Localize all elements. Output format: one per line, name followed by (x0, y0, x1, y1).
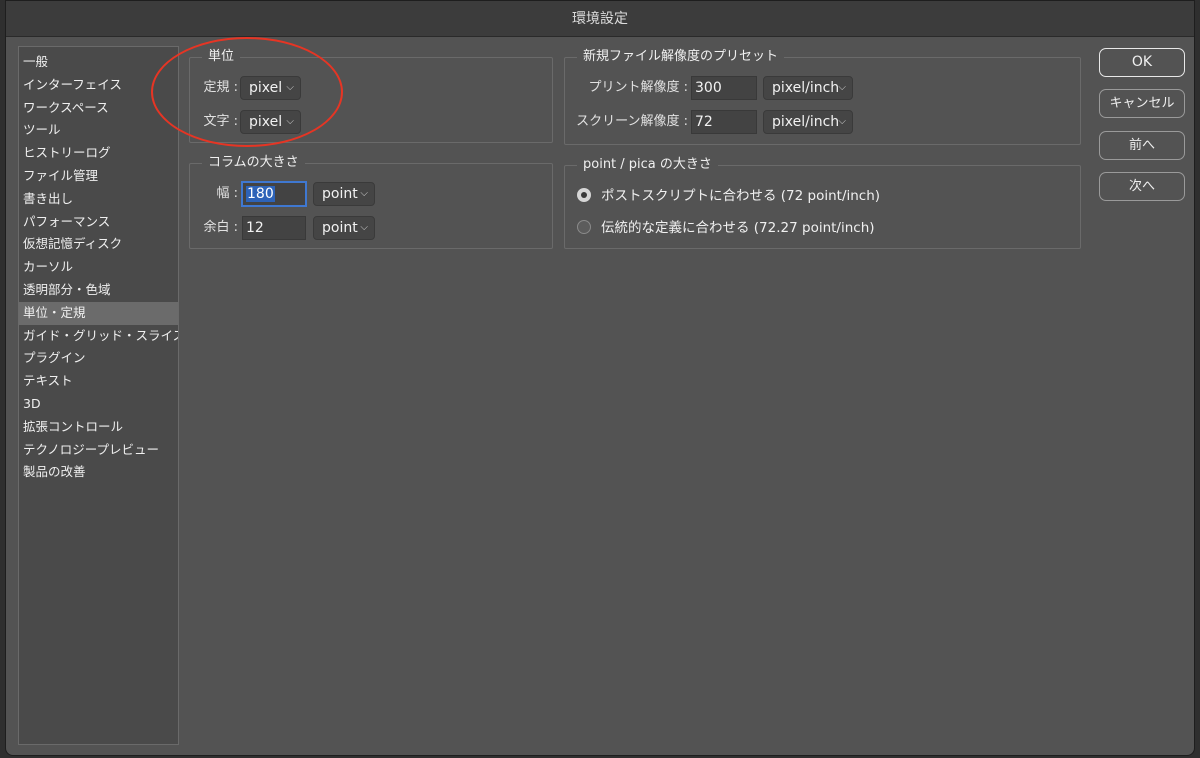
print-resolution-unit-select[interactable]: pixel/inch ⌵ (763, 76, 853, 100)
column-width-input[interactable]: 180 (242, 182, 306, 206)
gutter-input[interactable]: 12 (242, 216, 306, 240)
sidebar-item[interactable]: 3D (19, 393, 178, 416)
column-size-group: コラムの大きさ 幅 : 180 point ⌵ 余白 : 12 point ⌵ (189, 155, 553, 249)
sidebar-item[interactable]: ファイル管理 (19, 165, 178, 188)
next-button[interactable]: 次へ (1099, 172, 1185, 201)
traditional-radio-option[interactable]: 伝統的な定義に合わせる (72.27 point/inch) (577, 219, 875, 237)
print-resolution-label: プリント解像度 : (588, 80, 688, 95)
sidebar-item[interactable]: 単位・定規 (19, 301, 178, 325)
sidebar-item[interactable]: カーソル (19, 256, 178, 279)
postscript-radio-option[interactable]: ポストスクリプトに合わせる (72 point/inch) (577, 187, 880, 205)
rulers-unit-select[interactable]: pixel ⌵ (240, 76, 301, 100)
screen-resolution-input[interactable]: 72 (691, 110, 757, 134)
rulers-unit-value: pixel (249, 80, 283, 96)
units-group: 単位 定規 : pixel ⌵ 文字 : pixel ⌵ (189, 49, 553, 143)
chevron-down-icon: ⌵ (286, 116, 294, 127)
gutter-value: 12 (246, 220, 264, 236)
screen-resolution-unit-select[interactable]: pixel/inch ⌵ (763, 110, 853, 134)
sidebar-item[interactable]: 拡張コントロール (19, 416, 178, 439)
chevron-down-icon: ⌵ (360, 222, 368, 233)
sidebar-item[interactable]: 透明部分・色域 (19, 279, 178, 302)
gutter-label: 余白 : (203, 220, 238, 235)
units-group-title: 単位 (202, 49, 241, 65)
postscript-radio-label: ポストスクリプトに合わせる (72 point/inch) (601, 188, 881, 204)
print-resolution-unit-value: pixel/inch (772, 80, 840, 96)
previous-button[interactable]: 前へ (1099, 131, 1185, 160)
type-unit-value: pixel (249, 114, 283, 130)
sidebar-item[interactable]: テクノロジープレビュー (19, 439, 178, 462)
column-width-label: 幅 : (216, 186, 238, 201)
screen-resolution-value: 72 (695, 114, 713, 130)
sidebar-item[interactable]: ワークスペース (19, 97, 178, 120)
sidebar-item[interactable]: 書き出し (19, 188, 178, 211)
type-unit-select[interactable]: pixel ⌵ (240, 110, 301, 134)
print-resolution-input[interactable]: 300 (691, 76, 757, 100)
rulers-label: 定規 : (203, 80, 238, 95)
radio-selected-icon[interactable] (577, 188, 591, 202)
column-width-unit-value: point (322, 186, 358, 202)
dialog-title: 環境設定 (6, 1, 1194, 37)
ok-button[interactable]: OK (1099, 48, 1185, 77)
sidebar-item[interactable]: テキスト (19, 370, 178, 393)
resolution-presets-group: 新規ファイル解像度のプリセット プリント解像度 : 300 pixel/inch… (564, 49, 1081, 145)
cancel-button[interactable]: キャンセル (1099, 89, 1185, 118)
sidebar-item[interactable]: インターフェイス (19, 74, 178, 97)
preferences-dialog: 環境設定 一般 インターフェイス ワークスペース ツール ヒストリーログ ファイル管理 書き… (5, 0, 1195, 756)
column-size-group-title: コラムの大きさ (202, 155, 305, 171)
point-pica-group: point / pica の大きさ ポストスクリプトに合わせる (72 poin… (564, 157, 1081, 249)
chevron-down-icon: ⌵ (360, 188, 368, 199)
screen-resolution-unit-value: pixel/inch (772, 114, 840, 130)
point-pica-group-title: point / pica の大きさ (577, 157, 718, 173)
sidebar-item[interactable]: 製品の改善 (19, 461, 178, 484)
gutter-unit-select[interactable]: point ⌵ (313, 216, 375, 240)
type-label: 文字 : (203, 114, 238, 129)
column-width-unit-select[interactable]: point ⌵ (313, 182, 375, 206)
chevron-down-icon: ⌵ (838, 116, 846, 127)
chevron-down-icon: ⌵ (838, 82, 846, 93)
sidebar-item[interactable]: ガイド・グリッド・スライス (19, 325, 178, 348)
traditional-radio-label: 伝統的な定義に合わせる (72.27 point/inch) (601, 220, 875, 236)
sidebar-item[interactable]: パフォーマンス (19, 211, 178, 234)
screen-resolution-label: スクリーン解像度 : (576, 114, 688, 129)
radio-unselected-icon[interactable] (577, 220, 591, 234)
sidebar-item[interactable]: 一般 (19, 51, 178, 74)
sidebar-item[interactable]: ツール (19, 119, 178, 142)
resolution-presets-group-title: 新規ファイル解像度のプリセット (577, 49, 785, 65)
sidebar-item[interactable]: プラグイン (19, 347, 178, 370)
chevron-down-icon: ⌵ (286, 82, 294, 93)
print-resolution-value: 300 (695, 80, 722, 96)
sidebar-item[interactable]: ヒストリーログ (19, 142, 178, 165)
sidebar-item[interactable]: 仮想記憶ディスク (19, 233, 178, 256)
preferences-category-list[interactable]: 一般 インターフェイス ワークスペース ツール ヒストリーログ ファイル管理 書き出し パフォ… (18, 46, 179, 745)
gutter-unit-value: point (322, 220, 358, 236)
column-width-value: 180 (246, 186, 275, 202)
